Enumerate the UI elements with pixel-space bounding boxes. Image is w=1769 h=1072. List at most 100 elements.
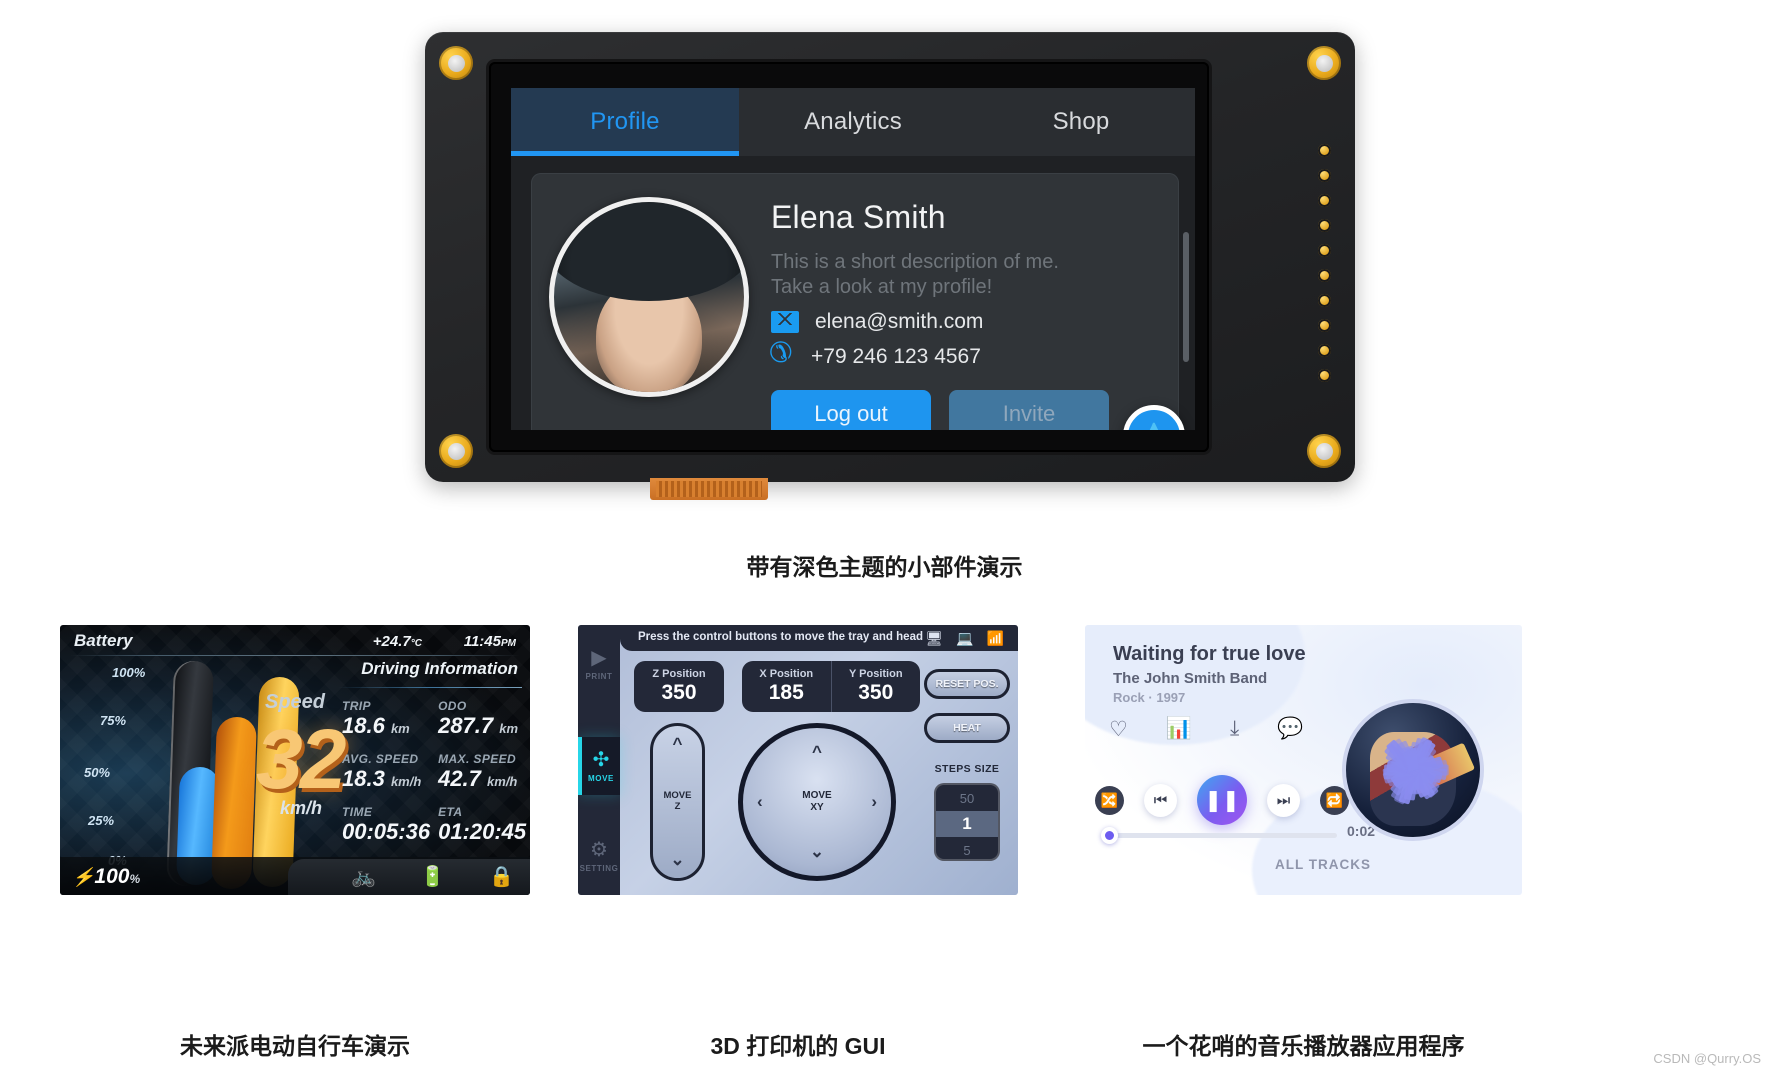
phone-value: +79 246 123 4567 — [811, 345, 981, 368]
printer-sidebar: ▶ PRINT ✣ MOVE ⚙ SETTING — [578, 625, 620, 895]
vertical-scrollbar[interactable] — [1183, 232, 1189, 362]
move-xy-label: MOVE XY — [802, 790, 832, 813]
comment-icon[interactable]: 💬 — [1277, 717, 1303, 742]
chevron-left-icon[interactable]: ‹ — [757, 792, 763, 812]
email-value: elena@smith.com — [815, 310, 984, 333]
scale-100: 100% — [112, 665, 146, 680]
sidebar-item-setting[interactable]: ⚙ SETTING — [578, 837, 620, 873]
chevron-down-icon[interactable]: ⌄ — [670, 850, 684, 870]
steps-option-selected[interactable]: 1 — [936, 811, 998, 837]
reset-position-button[interactable]: RESET POS. — [924, 669, 1010, 699]
chevron-right-icon[interactable]: › — [871, 792, 877, 812]
tab-profile[interactable]: Profile — [511, 88, 739, 156]
bolt-icon: ⚡ — [72, 867, 95, 887]
profile-name: Elena Smith — [771, 199, 946, 235]
caption-music: 一个花哨的音乐播放器应用程序 — [1142, 1033, 1465, 1059]
tab-shop[interactable]: Shop — [967, 88, 1195, 156]
steps-size-roller[interactable]: 50 1 5 — [934, 783, 1000, 861]
play-icon: ▶ — [591, 647, 607, 669]
printer-status-icons: 🖥 💻 📶 — [925, 630, 1004, 647]
z-position-value: 350 — [661, 681, 697, 704]
profile-view: Elena Smith This is a short description … — [511, 156, 1195, 430]
phone-icon — [771, 344, 795, 370]
stat-value: 287.7 km — [438, 713, 526, 739]
track-title: Waiting for true love — [1113, 643, 1306, 665]
x-position-value: 185 — [768, 681, 804, 704]
stat-value: 18.3 km/h — [342, 766, 430, 792]
progress-knob[interactable] — [1101, 827, 1118, 844]
lock-icon[interactable]: 🔒 — [489, 864, 514, 889]
stat-number: 01:20:45 — [438, 819, 527, 844]
stat-number: 18.3 — [342, 766, 385, 791]
heart-icon[interactable]: ♡ — [1109, 717, 1128, 742]
progress-slider[interactable] — [1101, 827, 1337, 844]
y-position-label: Y Position — [848, 668, 903, 680]
stat-key: MAX. SPEED — [438, 752, 517, 766]
battery-percent-readout: ⚡100% — [72, 865, 140, 889]
music-player[interactable]: Waiting for true love The John Smith Ban… — [1085, 625, 1522, 895]
download-icon[interactable]: ⤓ — [1230, 717, 1239, 742]
track-artist: The John Smith Band — [1113, 670, 1268, 687]
email-row[interactable]: elena@smith.com — [771, 310, 1161, 334]
steps-size-label: STEPS SIZE — [934, 763, 1000, 775]
bicycle-icon[interactable]: 🚲 — [351, 864, 376, 889]
gear-icon: ⚙ — [590, 839, 608, 861]
printer-hint: Press the control buttons to move the tr… — [638, 631, 923, 643]
chevron-up-icon[interactable]: ^ — [812, 742, 822, 762]
speed-value: 32 — [256, 712, 346, 806]
next-icon[interactable]: ⏭ — [1267, 783, 1300, 817]
logout-button[interactable]: Log out — [771, 390, 931, 430]
printer-gui[interactable]: ▶ PRINT ✣ MOVE ⚙ SETTING Press the contr… — [578, 625, 1018, 895]
battery-charging-icon[interactable]: 🔋 — [420, 864, 445, 889]
driving-information-title: Driving Information — [361, 659, 518, 678]
z-position-cell: Z Position 350 — [634, 661, 724, 712]
album-visualizer — [1310, 667, 1516, 873]
driving-info-divider — [338, 687, 522, 688]
sidebar-item-print[interactable]: ▶ PRINT — [578, 645, 620, 681]
profile-info: Elena Smith This is a short description … — [771, 193, 1161, 430]
temperature-readout: +24.7°C — [373, 633, 422, 650]
pause-icon[interactable]: ❚❚ — [1197, 775, 1247, 825]
move-z-control[interactable]: ^ MOVE Z ⌄ — [650, 723, 705, 881]
stat-unit: km/h — [487, 774, 518, 789]
page-root: Profile Analytics Shop Elena Smith This … — [0, 0, 1769, 1072]
gpio-pin — [1318, 194, 1331, 207]
tab-profile-label: Profile — [590, 108, 660, 135]
all-tracks-button[interactable]: ALL TRACKS — [1275, 857, 1371, 872]
tab-analytics[interactable]: Analytics — [739, 88, 967, 156]
gpio-pin — [1318, 169, 1331, 182]
stat-number: 18.6 — [342, 713, 385, 738]
screw-icon — [1307, 46, 1341, 80]
sidebar-item-move[interactable]: ✣ MOVE — [578, 737, 620, 795]
avatar — [549, 197, 749, 397]
steps-option[interactable]: 50 — [936, 785, 998, 811]
equalizer-icon[interactable]: 📊 — [1166, 717, 1192, 742]
xy-position-box[interactable]: X Position 185 Y Position 350 — [742, 661, 920, 712]
demo-row: Battery +24.7°C 11:45PM 100% 75% 50% 25%… — [0, 625, 1769, 925]
chevron-down-icon[interactable]: ⌄ — [810, 842, 824, 862]
track-genre: Rock · 1997 — [1113, 690, 1186, 705]
z-position-box[interactable]: Z Position 350 — [634, 661, 724, 712]
stat-value: 00:05:36 — [342, 819, 430, 845]
clock-readout: 11:45PM — [464, 633, 516, 650]
z-position-label: Z Position — [652, 668, 706, 680]
chevron-up-icon[interactable]: ^ — [673, 734, 683, 754]
tab-bar: Profile Analytics Shop — [511, 88, 1195, 156]
heat-button[interactable]: HEAT — [924, 713, 1010, 743]
phone-row[interactable]: +79 246 123 4567 — [771, 344, 1161, 370]
previous-icon[interactable]: ⏮ — [1144, 783, 1177, 817]
stat-avg-speed: AVG. SPEED 18.3 km/h — [342, 752, 430, 792]
ebike-dashboard[interactable]: Battery +24.7°C 11:45PM 100% 75% 50% 25%… — [60, 625, 530, 895]
gpio-pin — [1318, 144, 1331, 157]
move-xy-dpad[interactable]: ^ ‹ MOVE XY › ⌄ — [738, 723, 896, 881]
profile-description: This is a short description of me. Take … — [771, 251, 1059, 298]
profile-actions: Log out Invite — [771, 390, 1161, 430]
temperature-unit: °C — [410, 638, 422, 649]
steps-option[interactable]: 5 — [936, 837, 998, 859]
stat-trip: TRIP 18.6 km — [342, 699, 430, 739]
invite-button[interactable]: Invite — [949, 390, 1109, 430]
stat-max-speed: MAX. SPEED 42.7 km/h — [438, 752, 526, 792]
clock-value: 11:45 — [463, 633, 501, 650]
stat-number: 00:05:36 — [342, 819, 431, 844]
shuffle-icon[interactable]: 🔀 — [1095, 785, 1124, 815]
